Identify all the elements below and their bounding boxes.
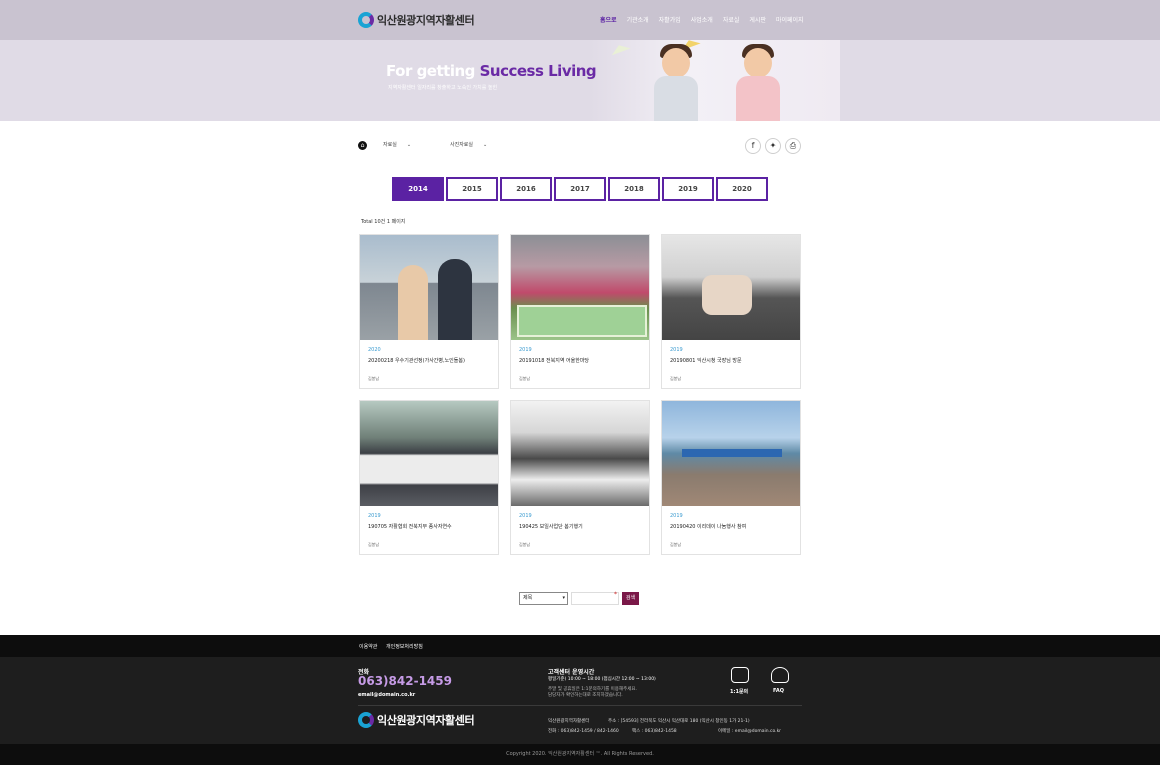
card-author: 김봉남 bbox=[519, 542, 531, 547]
faq-label[interactable]: FAQ bbox=[773, 688, 784, 694]
fax: 팩스 : 063)842-1458 bbox=[632, 729, 677, 734]
site-logo[interactable]: 익산원광지역자활센터 bbox=[358, 9, 475, 31]
card-author: 김봉남 bbox=[670, 542, 682, 547]
footer-email: email@domain.co.kr bbox=[358, 692, 416, 698]
breadcrumb-level2[interactable]: 사진자료실 ⌄ bbox=[450, 141, 487, 148]
hero-photo bbox=[590, 40, 840, 121]
nav-board[interactable]: 게시판 bbox=[749, 15, 766, 24]
card-title[interactable]: 190705 자활협회 전북지부 종사자연수 bbox=[368, 523, 452, 530]
card-author: 김봉남 bbox=[368, 376, 380, 381]
card-year: 2019 bbox=[670, 347, 683, 353]
card-author: 김봉남 bbox=[670, 376, 682, 381]
tab-year-2017[interactable]: 2017 bbox=[554, 177, 606, 201]
list-total: Total 10건 1 페이지 bbox=[361, 219, 406, 225]
print-icon[interactable]: ⎙ bbox=[785, 138, 801, 154]
inquiry-label[interactable]: 1:1문의 bbox=[730, 688, 748, 695]
chevron-down-icon: ▾ bbox=[562, 595, 565, 601]
card-author: 김봉남 bbox=[519, 376, 531, 381]
nav-mypage[interactable]: 마이페이지 bbox=[776, 15, 804, 24]
footer-links: 이용약관 개인정보처리방침 bbox=[0, 635, 1160, 657]
gallery-card[interactable]: 2019 20190420 이리데이 나눔행사 참여 김봉남 bbox=[661, 400, 801, 555]
hero-title: For getting Success Living bbox=[386, 62, 597, 80]
logo-text: 익산원광지역자활센터 bbox=[377, 14, 475, 27]
address: 주소 : [54593] 전라북도 익산시 익산대로 180 (익산시 창인동 … bbox=[608, 719, 750, 724]
org-name: 익산원광지역자활센터 bbox=[548, 719, 590, 724]
required-mark: * bbox=[614, 591, 617, 598]
card-title[interactable]: 20200218 우수기관선정(가사간병,노인돌봄) bbox=[368, 357, 465, 364]
search-input[interactable]: * bbox=[571, 591, 619, 605]
nav-join[interactable]: 자활가입 bbox=[659, 15, 681, 24]
search-field-select[interactable]: 제목 ▾ bbox=[519, 592, 568, 605]
child-boy bbox=[650, 44, 702, 121]
chevron-down-icon: ⌄ bbox=[406, 142, 412, 148]
gallery-card[interactable]: 2019 20191018 전북지역 어울한마당 김봉남 bbox=[510, 234, 650, 389]
top-header: 익산원광지역자활센터 홈으로 기관소개 자활가입 사업소개 자료실 게시판 마이… bbox=[0, 0, 1160, 40]
card-year: 2019 bbox=[670, 513, 683, 519]
child-girl bbox=[732, 44, 784, 121]
main-nav: 홈으로 기관소개 자활가입 사업소개 자료실 게시판 마이페이지 bbox=[600, 15, 804, 24]
tel: 전화 : 063)842-1459 / 842-1460 bbox=[548, 729, 619, 734]
home-icon[interactable]: ⌂ bbox=[358, 141, 367, 150]
nav-home[interactable]: 홈으로 bbox=[600, 15, 617, 24]
footer-divider bbox=[358, 705, 802, 706]
card-thumbnail[interactable] bbox=[360, 401, 498, 506]
card-year: 2019 bbox=[368, 513, 381, 519]
tab-year-2016[interactable]: 2016 bbox=[500, 177, 552, 201]
gallery-card[interactable]: 2020 20200218 우수기관선정(가사간병,노인돌봄) 김봉남 bbox=[359, 234, 499, 389]
headset-icon[interactable] bbox=[771, 667, 789, 683]
privacy-link[interactable]: 개인정보처리방침 bbox=[386, 643, 423, 650]
hero-subtitle: 지역자활센터 일자리를 창출하고 노숙인 가치를 높힌 bbox=[388, 85, 498, 91]
nav-business[interactable]: 사업소개 bbox=[691, 15, 713, 24]
year-tabs: 2014 2015 2016 2017 2018 2019 2020 bbox=[392, 177, 768, 201]
card-title[interactable]: 20191018 전북지역 어울한마당 bbox=[519, 357, 589, 364]
footer-logo-text: 익산원광지역자활센터 bbox=[377, 714, 475, 727]
facebook-icon[interactable]: f bbox=[745, 138, 761, 154]
breadcrumb-level1[interactable]: 자료실 ⌄ bbox=[383, 141, 411, 148]
logo-mark-icon bbox=[358, 12, 374, 28]
twitter-icon[interactable]: ✦ bbox=[765, 138, 781, 154]
logo-mark-icon bbox=[358, 712, 374, 728]
tab-year-2018[interactable]: 2018 bbox=[608, 177, 660, 201]
nav-about[interactable]: 기관소개 bbox=[627, 15, 649, 24]
tab-year-2014[interactable]: 2014 bbox=[392, 177, 444, 201]
phone-number: 063)842-1459 bbox=[358, 674, 452, 688]
gallery-card[interactable]: 2019 190705 자활협회 전북지부 종사자연수 김봉남 bbox=[359, 400, 499, 555]
card-title[interactable]: 20190801 익산시청 국장님 방문 bbox=[670, 357, 742, 364]
chat-icon[interactable] bbox=[731, 667, 749, 683]
hours-title: 고객센터 운영시간 bbox=[548, 669, 595, 676]
paper-plane-icon bbox=[609, 41, 631, 56]
gallery-card[interactable]: 2019 190425 보일사업단 봄기행기 김봉남 bbox=[510, 400, 650, 555]
tab-year-2020[interactable]: 2020 bbox=[716, 177, 768, 201]
chevron-down-icon: ⌄ bbox=[483, 142, 488, 148]
card-title[interactable]: 20190420 이리데이 나눔행사 참여 bbox=[670, 523, 746, 530]
card-thumbnail[interactable] bbox=[511, 401, 649, 506]
card-thumbnail[interactable] bbox=[511, 235, 649, 340]
tab-year-2019[interactable]: 2019 bbox=[662, 177, 714, 201]
terms-link[interactable]: 이용약관 bbox=[359, 643, 377, 650]
card-thumbnail[interactable] bbox=[360, 235, 498, 340]
card-title[interactable]: 190425 보일사업단 봄기행기 bbox=[519, 523, 583, 530]
hours-note2: 담당자가 확인하는대로 조치하겠습니다. bbox=[548, 693, 623, 698]
nav-archive[interactable]: 자료실 bbox=[723, 15, 740, 24]
card-year: 2019 bbox=[519, 347, 532, 353]
gallery-card[interactable]: 2019 20190801 익산시청 국장님 방문 김봉남 bbox=[661, 234, 801, 389]
search-bar: 제목 ▾ * 검색 bbox=[519, 591, 639, 605]
hours-text: 평일기준) 10:00 ~ 18:00 (점심시간 12:00 ~ 13:00) bbox=[548, 677, 656, 682]
footer-logo: 익산원광지역자활센터 bbox=[358, 712, 475, 728]
card-year: 2020 bbox=[368, 347, 381, 353]
copyright: Copyright 2020. 익산원광지역자활센터 ™. All Rights… bbox=[0, 744, 1160, 765]
card-author: 김봉남 bbox=[368, 542, 380, 547]
card-thumbnail[interactable] bbox=[662, 401, 800, 506]
tab-year-2015[interactable]: 2015 bbox=[446, 177, 498, 201]
card-year: 2019 bbox=[519, 513, 532, 519]
email-line: 이메일 : email@domain.co.kr bbox=[718, 729, 782, 734]
breadcrumb: ⌂ 자료실 ⌄ 사진자료실 ⌄ bbox=[358, 140, 802, 152]
hero-banner bbox=[0, 40, 1160, 121]
card-thumbnail[interactable] bbox=[662, 235, 800, 340]
search-button[interactable]: 검색 bbox=[622, 592, 639, 605]
